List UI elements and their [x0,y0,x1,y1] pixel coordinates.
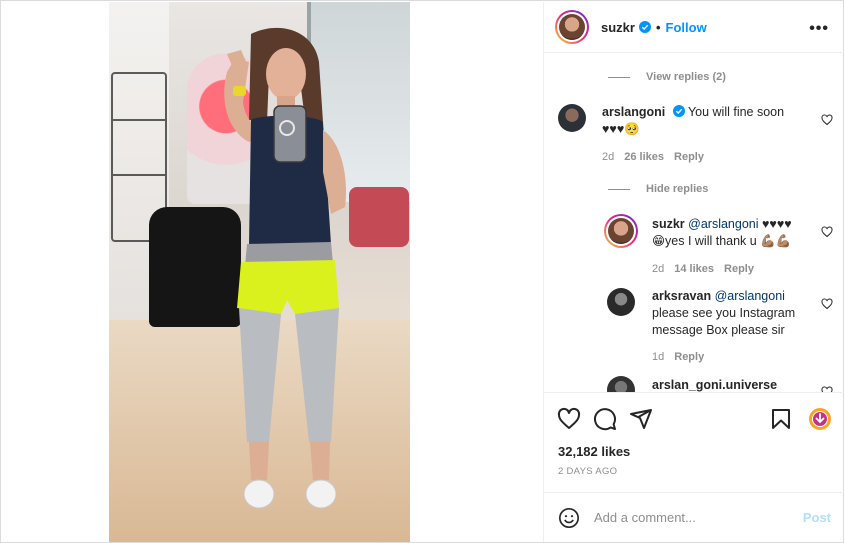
comments-list: View replies (2) arslangoni You will fin… [544,54,844,392]
hide-replies-label: Hide replies [646,183,709,195]
like-reply-icon[interactable] [821,298,833,310]
reply-time: 2d [652,263,665,275]
avatar[interactable] [555,10,589,44]
post-time-ago: 2 DAYS AGO [558,466,618,477]
post-header: suzkr • Follow ••• [544,2,844,53]
header-username[interactable]: suzkr [601,20,635,35]
follow-button[interactable]: Follow [666,20,707,35]
bookmark-icon[interactable] [769,407,793,431]
comments-panel: suzkr • Follow ••• View replies (2) arsl… [543,2,844,542]
view-replies-toggle[interactable]: View replies (2) [608,71,726,83]
comment-text-line2: ♥♥♥🥺 [602,122,640,136]
reply-text-line3: message Box please sir [652,323,785,337]
hide-replies-toggle[interactable]: Hide replies [608,183,708,195]
separator-dot: • [655,19,661,35]
reply-time: 1d [652,351,665,363]
reply-button[interactable]: Reply [674,351,704,363]
verified-badge-icon [638,21,651,33]
reply-mention[interactable]: @arslangoni [715,289,785,303]
verified-badge-icon [672,105,685,117]
media-area [2,2,542,542]
like-comment-icon[interactable] [821,114,833,126]
person-figure [224,27,347,509]
likes-count[interactable]: 32,182 likes [558,444,630,459]
comment-likes[interactable]: 26 likes [624,151,664,163]
add-comment-input[interactable] [594,510,789,525]
reply-button[interactable]: Reply [674,151,704,163]
reply-text-line2: 😁yes I will thank u 💪🏽💪🏽 [652,234,792,248]
comment-username[interactable]: arslangoni [602,105,665,119]
post-photo[interactable] [109,2,410,542]
reply-avatar[interactable] [604,214,638,248]
download-icon[interactable] [808,407,832,431]
reply-username[interactable]: arksravan [652,289,711,303]
more-options-icon[interactable]: ••• [809,20,829,38]
comment-avatar[interactable] [558,104,586,132]
heart-icon[interactable] [557,407,581,431]
reply-button[interactable]: Reply [724,263,754,275]
post-comment-button[interactable]: Post [803,510,831,525]
add-comment-bar: Post [544,492,844,542]
reply-avatar[interactable] [607,376,635,392]
action-bar: 32,182 likes 2 DAYS AGO [544,392,844,492]
reply-username[interactable]: suzkr [652,217,685,231]
reply-username[interactable]: arslan_goni.universe [652,378,777,392]
view-replies-label: View replies (2) [646,71,726,83]
comment-text: You will fine soon [687,105,785,119]
reply-likes[interactable]: 14 likes [674,263,714,275]
reply-text-line2: please see you Instagram [652,306,796,320]
reply-avatar[interactable] [607,288,635,316]
emoji-icon[interactable] [558,507,580,529]
comment-icon[interactable] [593,407,617,431]
post-dialog: suzkr • Follow ••• View replies (2) arsl… [0,0,844,543]
reply-mention[interactable]: @arslangoni [688,217,758,231]
share-icon[interactable] [629,407,653,431]
reply-text: ♥♥♥♥ [762,217,792,231]
like-reply-icon[interactable] [821,226,833,238]
comment-time: 2d [602,151,615,163]
